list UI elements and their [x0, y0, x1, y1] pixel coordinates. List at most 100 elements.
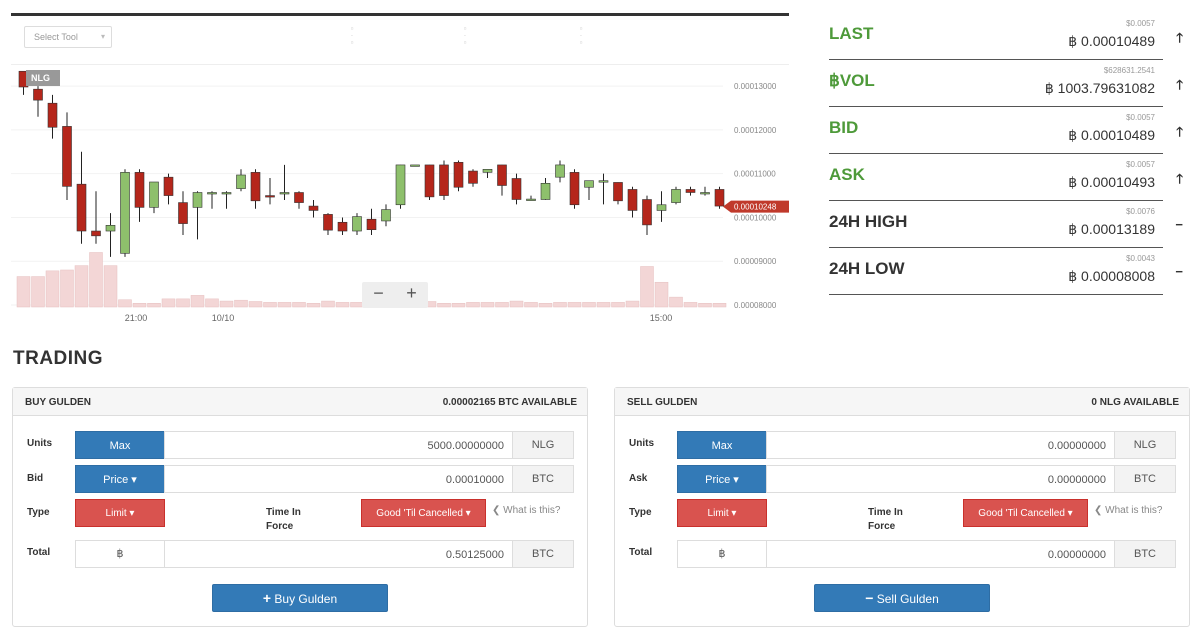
- max-units-button[interactable]: Max: [75, 431, 165, 459]
- candle-body: [105, 225, 116, 232]
- what-is-this-link[interactable]: ❮ What is this?: [1094, 505, 1162, 516]
- total-input[interactable]: 0.00000000: [766, 540, 1115, 568]
- volume-bar: [538, 302, 553, 308]
- bitcoin-symbol-icon: ฿: [677, 540, 767, 568]
- type-label: Type: [629, 507, 652, 518]
- volume-bar: [89, 252, 103, 308]
- volume-bar: [306, 302, 321, 308]
- candle-body: [627, 189, 638, 211]
- what-is-this-link[interactable]: ❮ What is this?: [492, 505, 560, 516]
- ticker-btc-value: ฿ 0.00013189: [1068, 221, 1155, 237]
- volume-bar: [451, 302, 466, 308]
- volume-bar: [45, 270, 60, 308]
- ask-label: Ask: [629, 473, 648, 484]
- arrow-up-icon: 🡑: [1176, 124, 1183, 139]
- time-in-force-dropdown[interactable]: Good 'Til Cancelled ▾: [963, 499, 1088, 527]
- price-dropdown-button[interactable]: Price ▾: [677, 465, 767, 493]
- candle-body: [700, 192, 710, 195]
- candle-body: [381, 209, 391, 222]
- ticker-label: 24H LOW: [829, 259, 905, 278]
- candle-body: [424, 164, 435, 198]
- volume-bar: [611, 302, 625, 308]
- price-currency: BTC: [512, 465, 574, 493]
- candle-body: [714, 189, 725, 207]
- ticker-row: 24H HIGH $0.0076 ฿ 0.00013189 −: [829, 201, 1183, 248]
- time-in-force-dropdown[interactable]: Good 'Til Cancelled ▾: [361, 499, 486, 527]
- candle-body: [236, 174, 246, 189]
- max-units-button[interactable]: Max: [677, 431, 767, 459]
- order-type-dropdown[interactable]: Limit ▾: [677, 499, 767, 527]
- buy-gulden-button[interactable]: + Buy Gulden: [212, 584, 388, 612]
- ticker-label: BID: [829, 118, 859, 137]
- units-currency: NLG: [1114, 431, 1176, 459]
- bid-price-input[interactable]: 0.00010000: [164, 465, 513, 493]
- units-input[interactable]: 5000.00000000: [164, 431, 513, 459]
- candle-body: [178, 202, 188, 224]
- volume-bar: [683, 302, 698, 308]
- total-label: Total: [629, 547, 653, 558]
- time-tick-label: 21:00: [125, 313, 148, 323]
- candle-body: [250, 172, 261, 202]
- price-tick-label: 0.00012000: [734, 126, 777, 135]
- units-input[interactable]: 0.00000000: [766, 431, 1115, 459]
- market-ticker: LAST $0.0057 ฿ 0.00010489 🡑 ฿VOL $628631.2541…: [829, 13, 1183, 295]
- volume-bar: [321, 300, 335, 308]
- price-tick-label: 0.00011000: [734, 170, 776, 179]
- buy-panel-header: BUY GULDEN 0.00002165 BTC AVAILABLE: [13, 388, 587, 416]
- ticker-btc-value: ฿ 0.00008008: [1068, 268, 1155, 284]
- volume-bar: [74, 265, 89, 308]
- price-dropdown-button[interactable]: Price ▾: [75, 465, 165, 493]
- volume-bar: [567, 302, 582, 308]
- zoom-out-button[interactable]: −: [362, 283, 395, 304]
- volume-bar: [596, 302, 611, 308]
- plus-icon: +: [262, 590, 272, 606]
- volume-bar: [103, 265, 118, 308]
- dash-icon: −: [1175, 264, 1183, 279]
- trading-heading: TRADING: [13, 348, 104, 369]
- total-currency: BTC: [1114, 540, 1176, 568]
- ticker-usd-value: $0.0076: [1126, 207, 1155, 216]
- price-tick-label: 0.00010000: [734, 213, 777, 222]
- candle-body: [598, 180, 609, 183]
- sell-gulden-button[interactable]: − Sell Gulden: [814, 584, 990, 612]
- time-tick-label: 10/10: [212, 313, 235, 323]
- units-currency: NLG: [512, 431, 574, 459]
- candle-body: [497, 164, 507, 186]
- arrow-up-icon: 🡑: [1176, 30, 1183, 45]
- volume-bar: [698, 302, 712, 308]
- ask-price-input[interactable]: 0.00000000: [766, 465, 1115, 493]
- candle-body: [366, 218, 377, 231]
- ticker-label: ฿VOL: [829, 71, 875, 90]
- ticker-row: 24H LOW $0.0043 ฿ 0.00008008 −: [829, 248, 1183, 295]
- candle-body: [76, 183, 87, 232]
- volume-bar: [654, 281, 669, 308]
- candle-body: [584, 180, 594, 188]
- volume-bar: [553, 302, 567, 308]
- volume-bar: [263, 302, 277, 308]
- ticker-label: ASK: [829, 165, 865, 184]
- ticker-usd-value: $0.0043: [1126, 254, 1155, 263]
- zoom-in-button[interactable]: +: [395, 283, 428, 304]
- candle-body: [47, 102, 58, 128]
- zoom-controls: − +: [362, 282, 428, 308]
- time-tick-label: 15:00: [650, 313, 673, 323]
- volume-bar: [147, 302, 161, 308]
- price-chart[interactable]: Select Tool ▾ ▫ · ▫ ▫ · ▫ ▫ · ▫ 0.00013000 0.00…: [11, 13, 789, 330]
- candle-body: [221, 192, 232, 195]
- candle-body: [671, 189, 681, 203]
- volume-bar: [16, 276, 31, 308]
- ticker-label: 24H HIGH: [829, 212, 908, 231]
- candle-body: [134, 172, 145, 208]
- sell-panel: SELL GULDEN 0 NLG AVAILABLE Units Max 0.…: [614, 387, 1190, 627]
- dash-icon: −: [1175, 217, 1183, 232]
- order-type-dropdown[interactable]: Limit ▾: [75, 499, 165, 527]
- candle-body: [120, 172, 130, 254]
- candle-body: [279, 192, 290, 195]
- candle-body: [555, 164, 565, 178]
- ticker-row: LAST $0.0057 ฿ 0.00010489 🡑: [829, 13, 1183, 60]
- time-in-force-label: Time In Force: [868, 507, 903, 532]
- buy-gulden-label: Buy Gulden: [274, 592, 338, 606]
- total-input[interactable]: 0.50125000: [164, 540, 513, 568]
- units-label: Units: [629, 438, 654, 449]
- type-label: Type: [27, 507, 50, 518]
